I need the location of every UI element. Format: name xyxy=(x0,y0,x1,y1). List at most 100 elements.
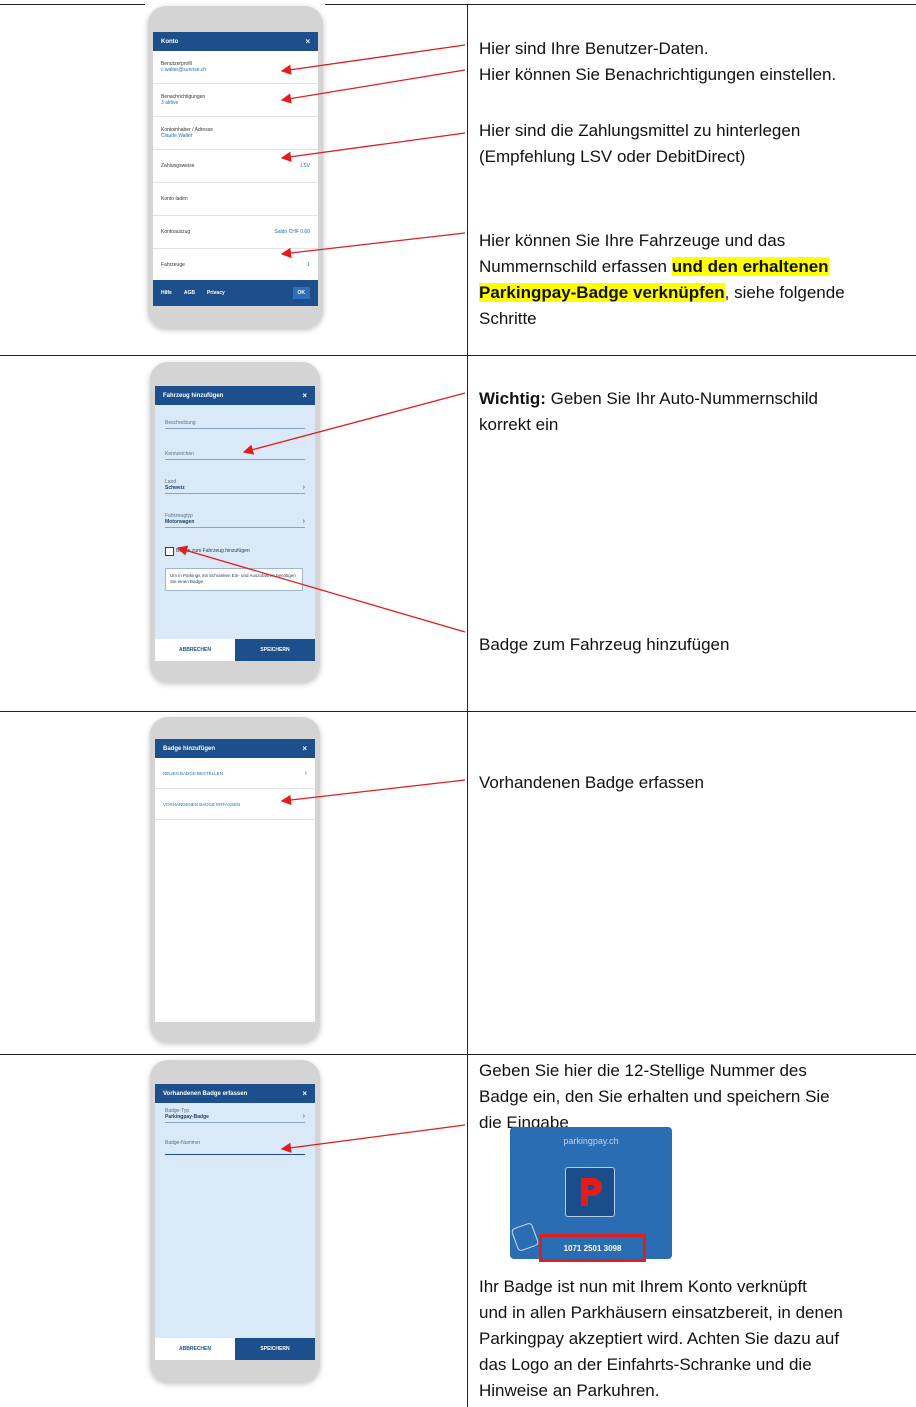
annotation-arrows xyxy=(176,44,466,1153)
cancel-button[interactable]: ABBRECHEN xyxy=(155,639,235,661)
phone-screen: Badge hinzufügen × NEUEN BADGE BESTELLEN… xyxy=(155,739,315,1022)
close-icon[interactable]: × xyxy=(302,391,307,400)
app-title: Konto xyxy=(161,38,179,45)
phone-screen: Konto × Benutzerprofil c.walter@sunrise.c… xyxy=(153,32,318,306)
close-icon[interactable]: × xyxy=(302,1089,307,1098)
save-button[interactable]: SPEICHERN xyxy=(235,639,315,661)
card-brand: parkingpay.ch xyxy=(563,1136,619,1146)
highlighted-text: und den erhaltenen xyxy=(671,257,829,276)
dialog-buttons: ABBRECHEN SPEICHERN xyxy=(155,639,315,661)
panel2-text-line2: korrekt ein xyxy=(479,415,559,434)
chevron-right-icon: › xyxy=(302,484,305,491)
table-divider-vertical xyxy=(467,4,468,1407)
field-value: Schweiz xyxy=(165,485,185,491)
close-icon[interactable]: × xyxy=(302,744,307,753)
field-label: Badge-Nummer xyxy=(165,1140,201,1146)
chevron-right-icon: › xyxy=(302,1113,305,1120)
panel3-text: Vorhandenen Badge erfassen xyxy=(479,773,704,792)
ok-button[interactable]: OK xyxy=(292,287,310,299)
panel1-text-line: (Empfehlung LSV oder DebitDirect) xyxy=(479,147,746,166)
card-number: 1071 2501 3098 xyxy=(539,1234,646,1262)
panel4-top-line: Badge ein, den Sie erhalten und speicher… xyxy=(479,1087,830,1106)
table-top-border-left xyxy=(0,4,145,5)
kennzeichen-field[interactable]: Kennzeichen xyxy=(165,451,305,460)
row-sub: Claude Walter xyxy=(161,133,193,139)
list-item-zahlungsweise[interactable]: Zahlungsweise LSV xyxy=(153,150,318,183)
panel4-top-line: Geben Sie hier die 12-Stellige Nummer de… xyxy=(479,1061,807,1080)
list-item-benutzerprofil[interactable]: Benutzerprofil c.walter@sunrise.ch xyxy=(153,51,318,84)
row-label: Kontoauszug xyxy=(161,229,191,235)
footer-link-agb[interactable]: AGB xyxy=(184,290,195,296)
save-button[interactable]: SPEICHERN xyxy=(235,1338,315,1360)
fahrzeugtyp-select[interactable]: Fahrzeugtyp Motorwagen › xyxy=(165,513,305,528)
chevron-right-icon: › xyxy=(304,769,307,777)
footer-link-privacy[interactable]: Privacy xyxy=(207,290,225,296)
parkingpay-badge-card: parkingpay.ch 1071 2501 3098 xyxy=(510,1127,672,1262)
footer-link-hilfe[interactable]: Hilfe xyxy=(161,290,172,296)
app-bar: Vorhandenen Badge erfassen × xyxy=(155,1084,315,1103)
list-item-benachrichtigungen[interactable]: Benachrichtigungen 3 aktive xyxy=(153,84,318,117)
parkingpay-logo-icon xyxy=(565,1167,615,1217)
badge-nummer-input[interactable]: Badge-Nummer xyxy=(165,1140,305,1155)
app-bar: Konto × xyxy=(153,32,318,51)
land-select[interactable]: Land Schweiz › xyxy=(165,479,305,494)
table-row-divider xyxy=(0,355,916,356)
panel2-text-rest: Geben Sie Ihr Auto-Nummernschild xyxy=(545,389,819,408)
vehicle-text-line1: Hier können Sie Ihre Fahrzeuge und das xyxy=(479,231,786,250)
app-bar: Fahrzeug hinzufügen × xyxy=(155,386,315,405)
info-note: Um in Parkings mit Schranken Ein- und Au… xyxy=(165,568,303,591)
list-item-konto-laden[interactable]: Konto laden xyxy=(153,183,318,216)
app-title: Fahrzeug hinzufügen xyxy=(163,392,224,399)
app-footer: Hilfe AGB Privacy OK xyxy=(153,280,318,306)
panel1-vehicle-text: Hier können Sie Ihre Fahrzeuge und das N… xyxy=(479,228,909,332)
field-value: Motorwagen xyxy=(165,519,195,525)
row-value: Saldo CHF 0.60 xyxy=(274,229,310,235)
row-label: Zahlungsweise xyxy=(161,163,195,169)
phone-screenshot-vorhandener-badge: Vorhandenen Badge erfassen × Badge-Typ Pa… xyxy=(150,1060,320,1382)
panel4-bottom-line: Ihr Badge ist nun mit Ihrem Konto verknü… xyxy=(479,1277,807,1296)
field-value xyxy=(165,1146,305,1152)
contactless-hand-icon xyxy=(510,1221,540,1253)
phone-screen: Fahrzeug hinzufügen × Beschreibung Kennz… xyxy=(155,386,315,661)
cancel-button[interactable]: ABBRECHEN xyxy=(155,1338,235,1360)
panel1-text-line: Hier können Sie Benachrichtigungen einst… xyxy=(479,65,837,84)
close-icon[interactable]: × xyxy=(305,37,310,46)
highlighted-text: Parkingpay-Badge verknüpfen xyxy=(479,283,725,302)
phone-screenshot-konto: Konto × Benutzerprofil c.walter@sunrise.c… xyxy=(148,6,323,328)
option-new-badge[interactable]: NEUEN BADGE BESTELLEN › xyxy=(155,758,315,789)
panel1-text-line: Hier sind die Zahlungsmittel zu hinterle… xyxy=(479,121,801,140)
row-sub: 3 aktive xyxy=(161,100,179,106)
field-value: Parkingpay-Badge xyxy=(165,1114,209,1120)
table-row-divider xyxy=(0,1054,916,1055)
panel4-bottom-line: Hinweise an Parkuhren. xyxy=(479,1381,660,1400)
badge-checkbox[interactable] xyxy=(165,547,174,556)
vehicle-text-line4: Schritte xyxy=(479,309,537,328)
option-label: VORHANDENEN BADGE ERFASSEN xyxy=(163,801,241,807)
phone-screen: Vorhandenen Badge erfassen × Badge-Typ Pa… xyxy=(155,1084,315,1360)
row-label: Fahrzeuge xyxy=(161,262,185,268)
row-value: 1 xyxy=(307,262,310,268)
app-title: Badge hinzufügen xyxy=(163,745,215,752)
beschreibung-field[interactable]: Beschreibung xyxy=(165,420,305,429)
table-top-border-right xyxy=(325,4,916,5)
option-existing-badge[interactable]: VORHANDENEN BADGE ERFASSEN xyxy=(155,789,315,820)
vehicle-text-line3b: , siehe folgende xyxy=(724,283,845,302)
phone-screenshot-badge: Badge hinzufügen × NEUEN BADGE BESTELLEN… xyxy=(150,717,320,1042)
badge-typ-select[interactable]: Badge-Typ Parkingpay-Badge › xyxy=(165,1108,305,1123)
list-item-kontoinhaber[interactable]: Kontoinhaber / Adresse Claude Walter xyxy=(153,117,318,150)
phone-screenshot-fahrzeug: Fahrzeug hinzufügen × Beschreibung Kennz… xyxy=(150,362,320,682)
row-label: Konto laden xyxy=(161,196,188,202)
panel4-bottom-line: und in allen Parkhäusern einsatzbereit, … xyxy=(479,1303,843,1322)
vehicle-text-line2a: Nummernschild erfassen xyxy=(479,257,672,276)
row-value: LSV xyxy=(300,163,310,169)
field-placeholder: Kennzeichen xyxy=(165,451,194,457)
list-item-kontoauszug[interactable]: Kontoauszug Saldo CHF 0.60 xyxy=(153,216,318,249)
field-placeholder: Beschreibung xyxy=(165,420,196,426)
form-body: Badge-Typ Parkingpay-Badge › Badge-Nummer … xyxy=(155,1103,315,1360)
important-label: Wichtig: xyxy=(479,389,546,408)
app-title: Vorhandenen Badge erfassen xyxy=(163,1090,248,1097)
panel1-text-line: Hier sind Ihre Benutzer-Daten. xyxy=(479,39,709,58)
row-sub: c.walter@sunrise.ch xyxy=(161,67,207,73)
list-item-fahrzeuge[interactable]: Fahrzeuge 1 xyxy=(153,249,318,282)
panel2-badge-text: Badge zum Fahrzeug hinzufügen xyxy=(479,635,730,654)
